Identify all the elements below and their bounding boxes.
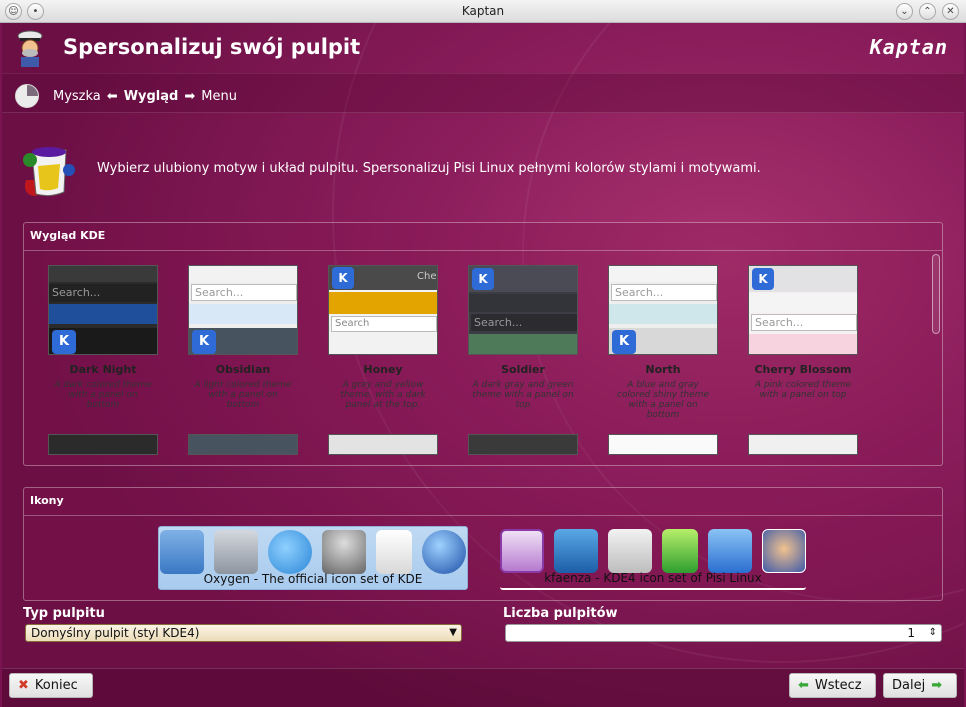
globe-icon: [422, 530, 466, 574]
firewire-icon: [608, 529, 652, 573]
theme-name: Obsidian: [215, 363, 271, 376]
theme-honey[interactable]: K Che Search Honey A grey and yellow the…: [328, 265, 438, 410]
battery-icon: [662, 529, 698, 573]
theme-preview: K Che Search: [328, 265, 438, 355]
desktop-type-select[interactable]: Domyślny pulpit (styl KDE4) ▼: [25, 624, 462, 642]
kaptan-logo: Kaptan: [869, 35, 948, 59]
header: Spersonalizuj swój pulpit Kaptan: [2, 23, 964, 73]
desktop-count-value: 1: [907, 626, 915, 640]
iconset-label: Oxygen - The official icon set of KDE: [203, 572, 423, 586]
theme-preview: K Search...: [468, 265, 578, 355]
arrow-back-icon: ⬅: [798, 678, 809, 693]
theme-preview-partial[interactable]: [748, 434, 858, 455]
theme-north[interactable]: Search... K North A blue and gray colore…: [608, 265, 718, 420]
theme-desc: A dark colored theme with a panel on bot…: [54, 380, 152, 410]
quit-button-label: Koniec: [34, 678, 78, 693]
next-button-label: Dalej: [892, 678, 926, 693]
theme-preview-partial[interactable]: [468, 434, 578, 455]
maximize-icon[interactable]: ⌃: [919, 3, 936, 20]
theme-preview: K Search...: [748, 265, 858, 355]
arrow-right-icon: ➡: [184, 89, 196, 104]
icons-title: Ikony: [30, 494, 64, 507]
kaptan-main: Spersonalizuj swój pulpit Kaptan Myszka …: [2, 23, 964, 707]
breadcrumb-prev: Myszka: [53, 89, 101, 104]
window-title: Kaptan: [461, 4, 505, 18]
dolphin-icon: [554, 529, 598, 573]
breadcrumb-next: Menu: [201, 89, 237, 104]
back-button-label: Wstecz: [814, 678, 862, 693]
theme-soldier[interactable]: K Search... Soldier A dark gray and gree…: [468, 265, 578, 410]
document-icon: [376, 530, 412, 574]
theme-desc: A light colored theme with a panel on bo…: [194, 380, 292, 410]
arrow-next-icon: ➡: [931, 678, 943, 693]
database-icon: [500, 529, 544, 573]
theme-preview-partial[interactable]: [188, 434, 298, 455]
theme-name: North: [645, 363, 681, 376]
harddisk-icon: [214, 530, 258, 574]
close-x-icon: ✖: [18, 678, 29, 693]
theme-desc: A pink colored theme with a panel on top: [754, 380, 852, 400]
theme-preview-partial[interactable]: [328, 434, 438, 455]
breadcrumb: Myszka ⬅ Wygląd ➡ Menu: [53, 89, 237, 104]
theme-name: Soldier: [501, 363, 545, 376]
users-icon: [322, 530, 366, 574]
network-icon: [708, 529, 752, 573]
window-menu-icon[interactable]: ☺: [5, 3, 22, 20]
spin-arrows-icon[interactable]: ⇕: [929, 625, 937, 641]
progress-pie-icon: [15, 84, 39, 108]
theme-preview: Search... K: [608, 265, 718, 355]
breadcrumb-current: Wygląd: [123, 89, 179, 104]
page-title: Spersonalizuj swój pulpit: [63, 35, 361, 59]
chevron-down-icon: ▼: [449, 627, 457, 638]
chat-bubble-icon: [268, 530, 312, 574]
intro-text: Wybierz ulubiony motyw i układ pulpitu. …: [97, 161, 761, 176]
sticky-icon[interactable]: •: [27, 3, 44, 20]
theme-preview: Search... K: [48, 265, 158, 355]
kde-look-title: Wygląd KDE: [30, 229, 106, 242]
theme-name: Cherry Blossom: [754, 363, 852, 376]
theme-cherry-blossom[interactable]: K Search... Cherry Blossom A pink colore…: [748, 265, 858, 400]
theme-preview: Search... K: [188, 265, 298, 355]
desktop-type-value: Domyślny pulpit (styl KDE4): [31, 626, 200, 640]
close-icon[interactable]: ✕: [942, 3, 959, 20]
themes-scrollbar[interactable]: [932, 254, 940, 334]
back-button[interactable]: ⬅ Wstecz: [789, 673, 876, 698]
theme-name: Dark Night: [69, 363, 137, 376]
theme-preview-partial[interactable]: [608, 434, 718, 455]
theme-desc: A dark gray and green theme with a panel…: [472, 380, 574, 410]
theme-dark-night[interactable]: Search... K Dark Night A dark colored th…: [48, 265, 158, 410]
window-titlebar: ☺ • Kaptan ⌄ ⌃ ✕: [0, 0, 966, 23]
next-button[interactable]: Dalej ➡: [883, 673, 957, 698]
minimize-icon[interactable]: ⌄: [896, 3, 913, 20]
quit-button[interactable]: ✖ Koniec: [9, 673, 93, 698]
theme-desc: A blue and gray colored shiny theme with…: [616, 380, 710, 420]
theme-desc: A grey and yellow theme, with a dark pan…: [340, 380, 426, 410]
desktop-type-label: Typ pulpitu: [23, 606, 105, 621]
iconset-oxygen[interactable]: Oxygen - The official icon set of KDE: [158, 526, 468, 590]
arrow-left-icon: ⬅: [106, 89, 118, 104]
theme-obsidian[interactable]: Search... K Obsidian A light colored the…: [188, 265, 298, 410]
breadcrumb-bar: Myszka ⬅ Wygląd ➡ Menu: [2, 73, 964, 113]
theme-preview-partial[interactable]: [48, 434, 158, 455]
desktop-count-spinbox[interactable]: 1 ⇕: [505, 624, 942, 642]
iconset-kfaenza[interactable]: kfaenza - KDE4 icon set of Pisi Linux: [500, 526, 806, 590]
paint-bucket-icon: [23, 147, 75, 197]
iconset-label: kfaenza - KDE4 icon set of Pisi Linux: [544, 571, 762, 585]
theme-name: Honey: [363, 363, 403, 376]
kaptan-mascot-icon: [17, 30, 43, 67]
kaptan-icon: [762, 529, 806, 573]
desktop-count-label: Liczba pulpitów: [503, 606, 618, 621]
folder-icon: [160, 530, 204, 574]
